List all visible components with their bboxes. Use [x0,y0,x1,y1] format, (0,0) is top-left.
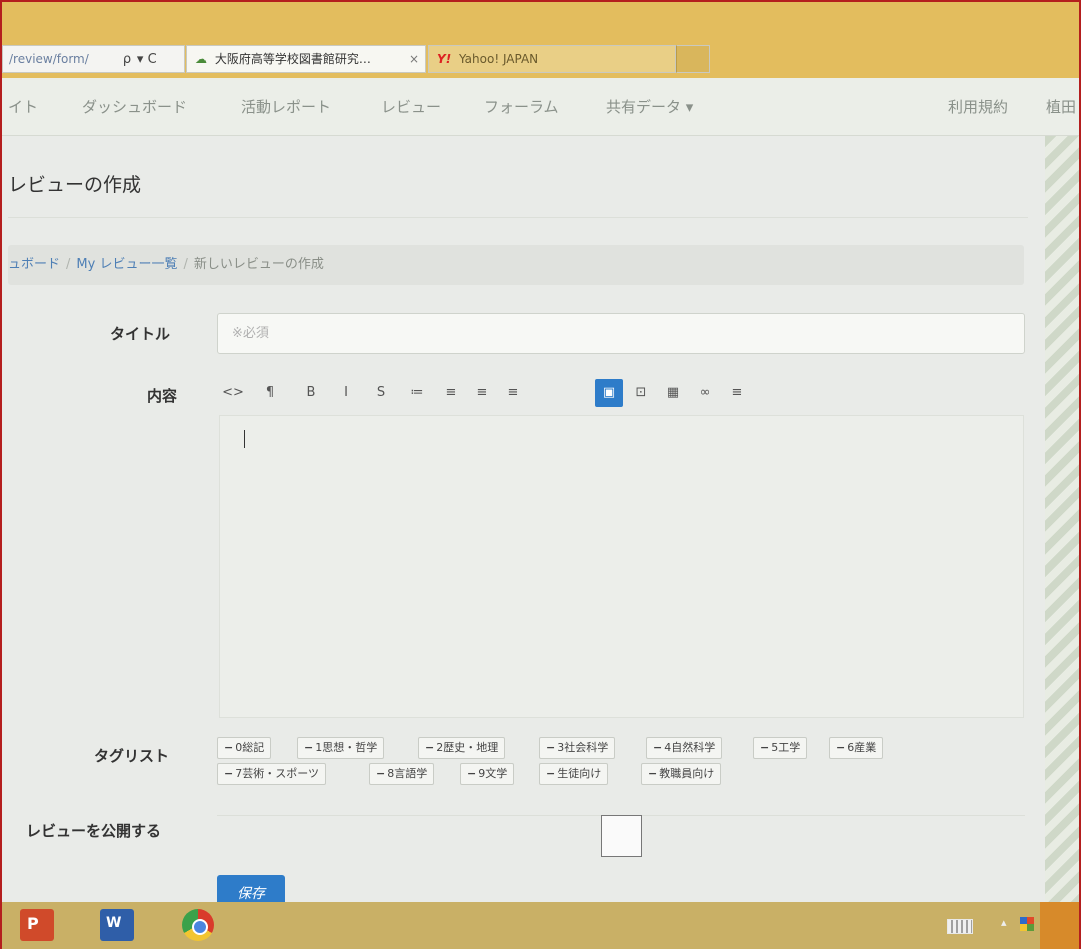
tag-7[interactable]: −7芸術・スポーツ [217,763,326,785]
address-bar[interactable]: /review/form/ ρ ▾ C [2,45,185,73]
breadcrumb-separator: / [183,257,188,272]
tag-label: 1思想・哲学 [315,741,378,754]
tag-9[interactable]: −9文学 [460,763,515,785]
tag-label: 7芸術・スポーツ [235,767,319,780]
tag-label: 教職員向け [659,767,715,780]
tag-minus: − [648,767,658,780]
browser-tab-yahoo[interactable]: Y! Yahoo! JAPAN [428,45,676,73]
nav-item-review[interactable]: レビュー [381,96,441,117]
content-editor[interactable] [219,415,1024,718]
title-input[interactable] [217,313,1025,354]
indent-button[interactable]: ≡ [499,379,527,407]
tag-minus: − [376,767,386,780]
search-icon[interactable]: ρ [123,52,131,67]
tag-label: 5工学 [771,741,801,754]
tag-label: 生徒向け [557,767,602,780]
tag-11[interactable]: − 教職員向け [641,763,722,785]
title-label: タイトル [110,325,171,343]
bold-button[interactable]: B [297,379,325,407]
italic-button[interactable]: I [332,379,360,407]
tab-label: Yahoo! JAPAN [459,52,539,66]
tag-5[interactable]: −5工学 [753,737,808,759]
video-button[interactable]: ⊡ [627,379,655,407]
nav-item-dashboard[interactable]: ダッシュボード [82,96,187,117]
refresh-icon[interactable]: ▾ C [137,52,157,67]
tag-label: 4自然科学 [664,741,716,754]
word-icon[interactable] [100,909,134,941]
nav-item-forum[interactable]: フォーラム [484,96,559,117]
breadcrumb: ュボード / My レビュー一覧 / 新しいレビューの作成 [8,245,1024,285]
nav-item-site[interactable]: イト [8,96,38,117]
breadcrumb-my-reviews[interactable]: My レビュー一覧 [76,257,177,272]
image-button[interactable]: ▣ [595,379,623,407]
ordered-list-button[interactable]: ≡ [437,379,465,407]
tag-label: 6産業 [847,741,877,754]
tag-label: 3社会科学 [557,741,609,754]
close-icon[interactable]: × [409,46,419,72]
tag-4[interactable]: −4自然科学 [646,737,723,759]
tag-0[interactable]: −0総記 [217,737,272,759]
show-desktop-button[interactable] [1040,902,1081,949]
yahoo-icon: Y! [437,52,452,66]
taskbar: ▴ [0,902,1081,949]
tag-minus: − [653,741,663,754]
tag-10[interactable]: − 生徒向け [539,763,609,785]
nav-item-terms[interactable]: 利用規約 [948,96,1008,117]
tag-minus: − [304,741,314,754]
cloud-icon: ☁ [195,52,207,66]
page-title: レビューの作成 [8,174,142,196]
content-label: 内容 [147,387,178,405]
tag-minus: − [836,741,846,754]
browser-toolbar: /review/form/ ρ ▾ C ☁ 大阪府高等学校図書館研究… × Y!… [0,0,1081,78]
windows-flag-icon[interactable] [1020,917,1034,931]
link-button[interactable]: ∞ [691,379,719,407]
text-cursor [244,430,245,448]
outdent-button[interactable]: ≡ [468,379,496,407]
tag-3[interactable]: −3社会科学 [539,737,616,759]
align-button[interactable]: ≡ [723,379,751,407]
tag-6[interactable]: −6産業 [829,737,884,759]
unordered-list-button[interactable]: ≔ [403,379,431,407]
table-button[interactable]: ▦ [659,379,687,407]
page-margin-decoration [1045,136,1081,902]
nav-item-activity-report[interactable]: 活動レポート [241,96,331,117]
tag-minus: − [224,767,234,780]
keyboard-icon[interactable] [947,919,973,934]
breadcrumb-separator: / [66,257,71,272]
tag-minus: − [425,741,435,754]
tag-label: 9文学 [478,767,508,780]
breadcrumb-current: 新しいレビューの作成 [193,257,324,272]
strikethrough-button[interactable]: S [367,379,395,407]
address-url: /review/form/ [9,52,89,66]
tag-1[interactable]: −1思想・哲学 [297,737,385,759]
publish-label: レビューを公開する [26,822,162,840]
nav-item-user[interactable]: 植田 [1046,96,1076,117]
tag-minus: − [224,741,234,754]
new-tab-button[interactable] [676,45,710,73]
tag-minus: − [760,741,770,754]
site-navbar: イト ダッシュボード 活動レポート レビュー フォーラム 共有データ ▾ 利用規… [0,78,1081,136]
tag-label: 0総記 [235,741,265,754]
browser-tab-active[interactable]: ☁ 大阪府高等学校図書館研究… × [186,45,426,73]
tag-minus: − [546,741,556,754]
tray-expand-icon[interactable]: ▴ [1001,916,1007,929]
tag-label: 8言語学 [387,767,428,780]
publish-checkbox[interactable] [601,815,642,857]
tag-minus: − [546,767,556,780]
divider [8,217,1028,218]
tag-minus: − [467,767,477,780]
breadcrumb-dashboard[interactable]: ュボード [8,257,60,272]
nav-item-shared-data[interactable]: 共有データ ▾ [606,96,693,117]
chrome-icon[interactable] [182,909,214,941]
tag-2[interactable]: −2歴史・地理 [418,737,506,759]
tab-label: 大阪府高等学校図書館研究… [214,52,371,66]
tag-8[interactable]: −8言語学 [369,763,435,785]
code-view-button[interactable]: <> [219,379,247,407]
powerpoint-icon[interactable] [20,909,54,941]
tags-label: タグリスト [94,747,170,765]
tag-label: 2歴史・地理 [436,741,499,754]
paragraph-button[interactable]: ¶ [256,379,284,407]
